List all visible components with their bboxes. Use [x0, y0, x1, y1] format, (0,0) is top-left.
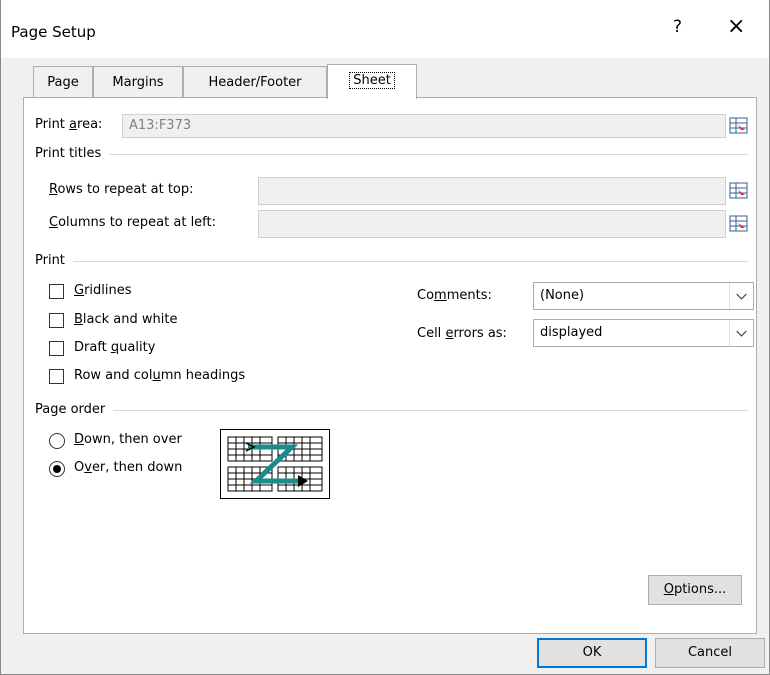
- row-column-headings-checkbox[interactable]: [49, 369, 64, 384]
- cell-errors-value: displayed: [540, 325, 603, 340]
- cell-errors-select[interactable]: displayed: [533, 319, 754, 347]
- tab-sheet-label: Sheet: [349, 72, 395, 89]
- rows-to-repeat-input[interactable]: [258, 177, 726, 205]
- title-bar: Page Setup ? ×: [1, 0, 769, 58]
- comments-label: Comments:: [417, 288, 492, 303]
- print-area-label: Print area:: [35, 117, 103, 132]
- over-then-down-label: Over, then down: [74, 460, 183, 475]
- comments-value: (None): [540, 288, 585, 303]
- tab-header-footer-label: Header/Footer: [208, 75, 302, 90]
- columns-collapse-icon[interactable]: [729, 214, 749, 234]
- close-button[interactable]: ×: [727, 14, 745, 39]
- ok-button[interactable]: OK: [537, 638, 647, 668]
- down-then-over-label: Down, then over: [74, 432, 182, 447]
- print-heading: Print: [35, 253, 73, 268]
- tab-header-footer[interactable]: Header/Footer: [183, 66, 327, 98]
- tab-margins[interactable]: Margins: [93, 66, 183, 98]
- row-column-headings-label: Row and column headings: [74, 368, 246, 383]
- options-button[interactable]: Options...: [648, 575, 742, 605]
- print-area-input[interactable]: A13:F373: [122, 114, 726, 138]
- page-order-preview-icon: [220, 429, 330, 499]
- help-button[interactable]: ?: [673, 17, 682, 37]
- columns-to-repeat-label: Columns to repeat at left:: [49, 215, 217, 230]
- tab-page-label: Page: [47, 75, 79, 90]
- cell-errors-label: Cell errors as:: [417, 326, 507, 341]
- page-order-heading: Page order: [35, 402, 114, 417]
- tab-sheet[interactable]: Sheet: [327, 64, 417, 99]
- cancel-button[interactable]: Cancel: [655, 638, 765, 668]
- page-order-divider: [35, 410, 748, 411]
- over-then-down-radio[interactable]: [49, 461, 65, 477]
- black-and-white-checkbox[interactable]: [49, 313, 64, 328]
- page-setup-dialog: Page Setup ? × Page Margins Header/Foote…: [0, 0, 770, 675]
- columns-to-repeat-input[interactable]: [258, 210, 726, 238]
- sheet-panel: Print area: A13:F373 Print titles Rows t…: [23, 97, 757, 634]
- dialog-title: Page Setup: [11, 23, 96, 41]
- tab-page[interactable]: Page: [33, 66, 93, 98]
- rows-collapse-icon[interactable]: [729, 181, 749, 201]
- draft-quality-checkbox[interactable]: [49, 341, 64, 356]
- print-titles-heading: Print titles: [35, 146, 110, 161]
- chevron-down-icon: [729, 283, 747, 309]
- down-then-over-radio[interactable]: [49, 433, 65, 449]
- rows-to-repeat-label: Rows to repeat at top:: [49, 182, 194, 197]
- tab-margins-label: Margins: [112, 75, 164, 90]
- gridlines-label: Gridlines: [74, 283, 132, 298]
- print-area-collapse-icon[interactable]: [729, 116, 749, 136]
- print-divider: [35, 261, 748, 262]
- print-titles-divider: [35, 154, 748, 155]
- black-and-white-label: Black and white: [74, 312, 178, 327]
- comments-select[interactable]: (None): [533, 282, 754, 310]
- gridlines-checkbox[interactable]: [49, 284, 64, 299]
- chevron-down-icon: [729, 320, 747, 346]
- draft-quality-label: Draft quality: [74, 340, 156, 355]
